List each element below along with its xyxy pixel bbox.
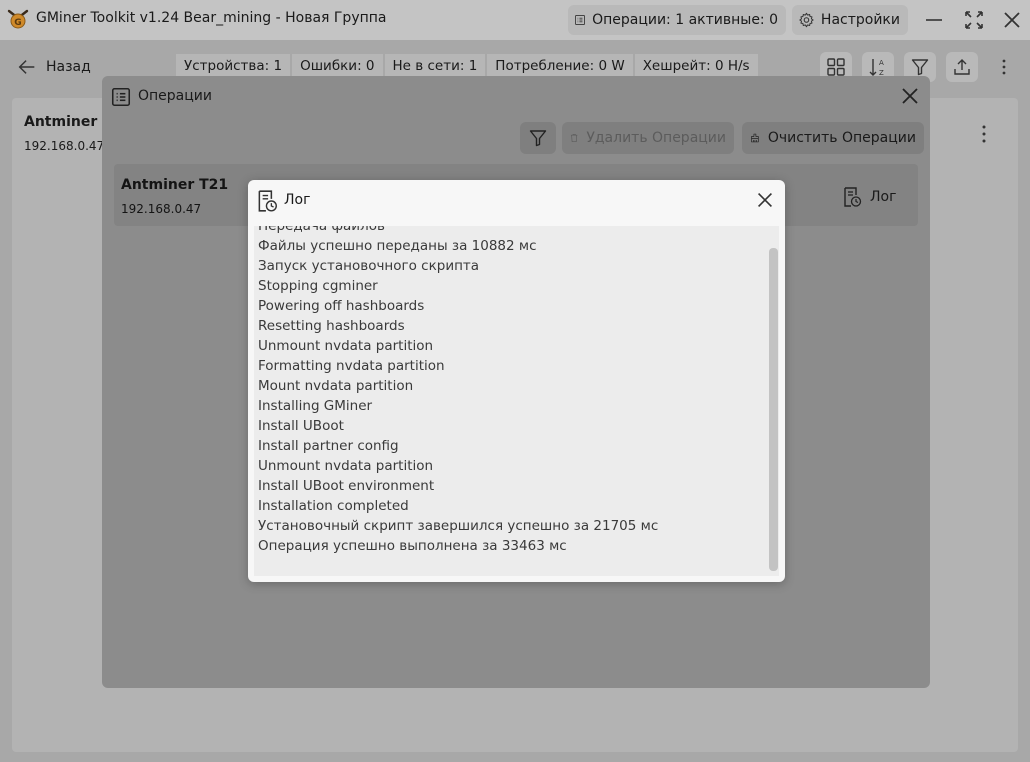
grid-icon — [827, 58, 845, 76]
close-icon[interactable] — [754, 189, 776, 211]
device-ip: 192.168.0.47 — [24, 139, 105, 153]
log-line: Операция успешно выполнена за 33463 мс — [258, 538, 567, 554]
broom-icon — [751, 133, 759, 143]
sort-az-icon: A Z — [869, 59, 884, 77]
more-menu-button[interactable] — [988, 52, 1020, 82]
log-lines: Передача файлов Файлы успешно переданы з… — [258, 226, 758, 556]
log-dialog: Лог Передача файлов Файлы успешно переда… — [248, 180, 785, 582]
log-line: Install UBoot — [258, 418, 344, 434]
log-line: Установочный скрипт завершился успешно з… — [258, 518, 659, 534]
list-icon — [111, 87, 131, 107]
delete-operations-button[interactable]: Удалить Операции — [562, 122, 734, 154]
settings-button[interactable]: Настройки — [792, 5, 908, 35]
log-scrollbar[interactable] — [769, 248, 778, 571]
log-line: Передача файлов — [258, 226, 385, 234]
clear-operations-button[interactable]: Очистить Операции — [742, 122, 924, 154]
list-icon — [575, 15, 585, 25]
back-label: Назад — [46, 59, 91, 75]
log-line: Installation completed — [258, 498, 409, 514]
upload-icon — [954, 59, 970, 75]
log-line: Unmount nvdata partition — [258, 338, 434, 354]
log-content[interactable]: Передача файлов Файлы успешно переданы з… — [254, 226, 779, 576]
log-line: Mount nvdata partition — [258, 378, 414, 394]
app-logo-icon: G — [7, 9, 29, 29]
log-dialog-title: Лог — [284, 192, 311, 208]
operation-log-label: Лог — [870, 189, 897, 205]
log-line: Файлы успешно переданы за 10882 мс — [258, 238, 537, 254]
operation-device-name: Antminer T21 — [121, 177, 229, 193]
app-title: GMiner Toolkit v1.24 Bear_mining - Новая… — [36, 10, 387, 26]
minimize-icon[interactable] — [922, 8, 946, 32]
log-line: Stopping cgminer — [258, 278, 378, 294]
delete-operations-label: Удалить Операции — [586, 130, 726, 146]
operations-button[interactable]: Операции: 1 активные: 0 — [568, 5, 786, 35]
back-button[interactable]: Назад — [16, 52, 91, 82]
log-line: Unmount nvdata partition — [258, 458, 434, 474]
log-line: Запуск установочного скрипта — [258, 258, 480, 274]
close-icon[interactable] — [898, 84, 922, 108]
filter-icon — [911, 59, 929, 76]
fullscreen-icon[interactable] — [962, 8, 986, 32]
log-line: Formatting nvdata partition — [258, 358, 445, 374]
kebab-menu-icon — [1002, 59, 1006, 75]
operation-log-button[interactable]: Лог — [842, 184, 896, 210]
svg-text:A: A — [879, 59, 884, 67]
gear-icon — [799, 12, 814, 28]
filter-icon — [529, 130, 547, 147]
arrow-left-icon — [18, 60, 35, 74]
log-line: Installing GMiner — [258, 398, 373, 414]
operations-dialog-title: Операции — [138, 88, 212, 104]
operations-filter-button[interactable] — [520, 122, 556, 154]
operations-dialog-header: Операции — [102, 76, 930, 118]
log-line: Install partner config — [258, 438, 399, 454]
operation-device-ip: 192.168.0.47 — [121, 202, 202, 216]
log-line: Powering off hashboards — [258, 298, 425, 314]
svg-text:G: G — [14, 18, 21, 28]
device-menu-icon[interactable] — [974, 122, 994, 146]
log-file-icon — [258, 190, 277, 212]
close-window-icon[interactable] — [1000, 8, 1024, 32]
export-button[interactable] — [946, 52, 978, 82]
log-line: Resetting hashboards — [258, 318, 405, 334]
title-bar: G GMiner Toolkit v1.24 Bear_mining - Нов… — [0, 0, 1030, 40]
clear-operations-label: Очистить Операции — [767, 130, 916, 146]
log-line: Install UBoot environment — [258, 478, 435, 494]
settings-label: Настройки — [820, 12, 900, 28]
operations-label: Операции: 1 активные: 0 — [592, 12, 778, 28]
trash-icon — [570, 133, 578, 143]
log-file-icon — [844, 187, 862, 207]
